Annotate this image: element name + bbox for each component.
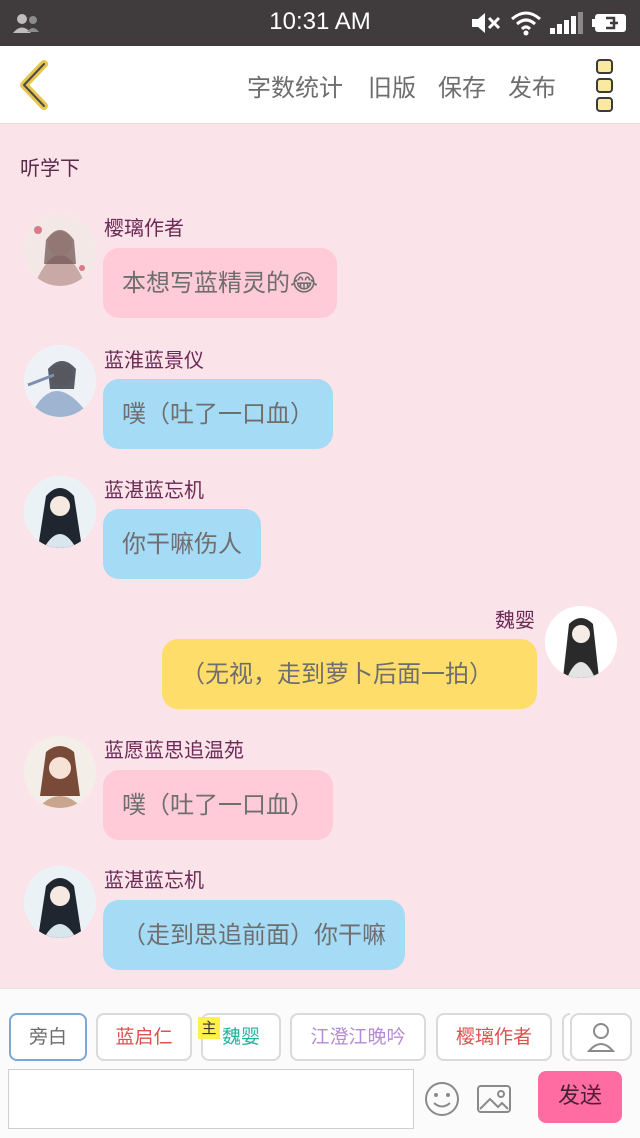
toolbar: 字数统计 旧版 保存 发布 bbox=[0, 46, 640, 124]
sender-name: 蓝湛蓝忘机 bbox=[104, 868, 204, 892]
save-button[interactable]: 保存 bbox=[438, 68, 486, 103]
message-bubble[interactable]: 噗（吐了一口血） bbox=[103, 770, 333, 840]
signal-icon bbox=[550, 12, 583, 34]
message-bubble[interactable]: 本想写蓝精灵的😂 bbox=[103, 248, 338, 318]
avatar[interactable] bbox=[545, 606, 617, 678]
wifi-icon bbox=[511, 11, 541, 36]
emoji-icon[interactable] bbox=[422, 1079, 462, 1119]
avatar[interactable] bbox=[24, 476, 96, 548]
avatar[interactable] bbox=[24, 866, 96, 938]
image-icon[interactable] bbox=[474, 1079, 514, 1119]
avatar[interactable] bbox=[24, 736, 96, 808]
sender-name: 魏婴 bbox=[495, 608, 535, 632]
message-bubble[interactable]: 你干嘛伤人 bbox=[103, 509, 261, 579]
message-bubble[interactable]: （走到思追前面）你干嘛 bbox=[103, 900, 405, 970]
character-chip[interactable]: 江澄江晚吟 bbox=[290, 1013, 426, 1061]
sender-name: 蓝愿蓝思追温苑 bbox=[104, 738, 244, 762]
clock: 10:31 AM bbox=[269, 8, 371, 35]
word-count-button[interactable]: 字数统计 bbox=[247, 68, 343, 103]
sender-name: 蓝湛蓝忘机 bbox=[104, 478, 204, 502]
main-character-badge: 主 bbox=[198, 1017, 220, 1039]
character-chip-narrator[interactable]: 旁白 bbox=[9, 1013, 87, 1061]
publish-button[interactable]: 发布 bbox=[508, 68, 556, 103]
sender-name: 樱璃作者 bbox=[104, 216, 184, 240]
mute-icon bbox=[472, 13, 501, 33]
character-chip-overflow[interactable] bbox=[562, 1013, 570, 1061]
message-input[interactable] bbox=[8, 1069, 414, 1129]
back-chevron-icon[interactable] bbox=[14, 60, 54, 110]
message-bubble[interactable]: 噗（吐了一口血） bbox=[103, 379, 333, 449]
battery-icon bbox=[592, 14, 626, 32]
character-chip[interactable]: 樱璃作者 bbox=[436, 1013, 552, 1061]
status-bar: 10:31 AM bbox=[0, 0, 640, 46]
character-chip[interactable]: 蓝启仁 bbox=[96, 1013, 192, 1061]
sender-name: 蓝淮蓝景仪 bbox=[104, 348, 204, 372]
avatar[interactable] bbox=[24, 345, 96, 417]
old-version-button[interactable]: 旧版 bbox=[368, 68, 416, 103]
narration-text: 听学下 bbox=[20, 156, 80, 180]
message-bubble[interactable]: （无视，走到萝卜后面一拍） bbox=[162, 639, 537, 709]
more-menu-icon[interactable] bbox=[594, 58, 616, 114]
send-button[interactable]: 发送 bbox=[538, 1071, 622, 1123]
avatar[interactable] bbox=[24, 214, 96, 286]
add-character-icon[interactable] bbox=[570, 1013, 632, 1061]
composer: 旁白 蓝启仁 魏婴 主 江澄江晚吟 樱璃作者 发送 bbox=[0, 988, 640, 1138]
chat-area[interactable]: 听学下 樱璃作者 本想写蓝精灵的😂 蓝淮蓝景仪 噗（吐了一口血） 蓝湛蓝忘机 你… bbox=[0, 124, 640, 988]
